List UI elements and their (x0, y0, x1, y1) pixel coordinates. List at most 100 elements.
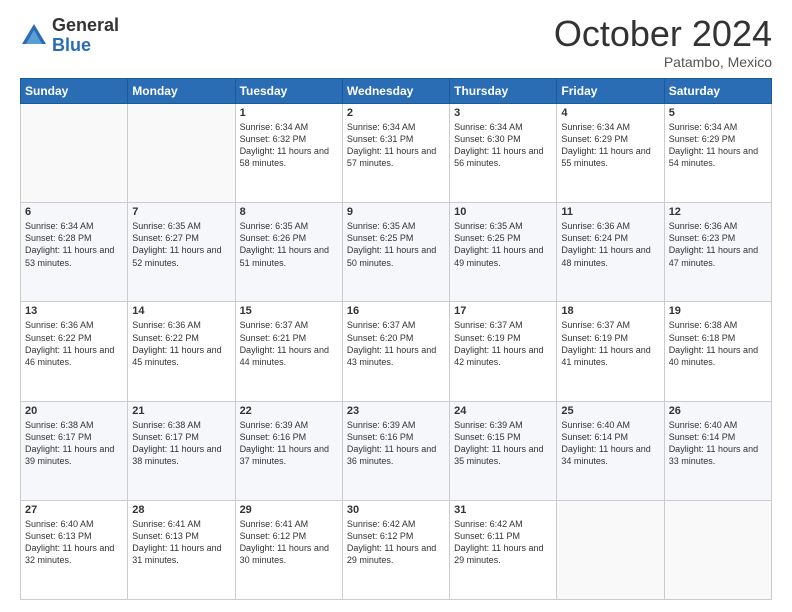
calendar-cell: 3 Sunrise: 6:34 AM Sunset: 6:30 PM Daylig… (450, 104, 557, 203)
calendar-cell (557, 500, 664, 599)
day-info: Sunrise: 6:35 AM Sunset: 6:25 PM Dayligh… (347, 220, 445, 269)
day-info: Sunrise: 6:38 AM Sunset: 6:17 PM Dayligh… (25, 419, 123, 468)
calendar-cell: 21Sunrise: 6:38 AM Sunset: 6:17 PM Dayli… (128, 401, 235, 500)
calendar-cell: 17 Sunrise: 6:37 AM Sunset: 6:19 PM Dayli… (450, 302, 557, 401)
calendar-body: 1 Sunrise: 6:34 AM Sunset: 6:32 PM Daylig… (21, 104, 772, 600)
calendar-cell: 25 Sunrise: 6:40 AM Sunset: 6:14 PM Dayli… (557, 401, 664, 500)
day-number: 26 (669, 405, 767, 417)
day-info: Sunrise: 6:34 AM Sunset: 6:30 PM Dayligh… (454, 121, 552, 170)
calendar-cell: 18Sunrise: 6:37 AM Sunset: 6:19 PM Dayli… (557, 302, 664, 401)
calendar-cell: 28 Sunrise: 6:41 AM Sunset: 6:13 PM Dayli… (128, 500, 235, 599)
calendar-cell: 6 Sunrise: 6:34 AM Sunset: 6:28 PM Daylig… (21, 203, 128, 302)
calendar-cell: 29 Sunrise: 6:41 AM Sunset: 6:12 PM Dayli… (235, 500, 342, 599)
day-info: Sunrise: 6:36 AM Sunset: 6:23 PM Dayligh… (669, 220, 767, 269)
calendar-cell (664, 500, 771, 599)
day-info: Sunrise: 6:36 AM Sunset: 6:22 PM Dayligh… (132, 319, 230, 368)
calendar-cell: 27 Sunrise: 6:40 AM Sunset: 6:13 PM Dayli… (21, 500, 128, 599)
calendar-cell: 14 Sunrise: 6:36 AM Sunset: 6:22 PM Dayli… (128, 302, 235, 401)
logo-blue-text: Blue (52, 35, 91, 55)
calendar-cell: 19Sunrise: 6:38 AM Sunset: 6:18 PM Dayli… (664, 302, 771, 401)
day-number: 30 (347, 504, 445, 516)
day-info: Sunrise: 6:35 AM Sunset: 6:27 PM Dayligh… (132, 220, 230, 269)
calendar-cell: 10 Sunrise: 6:35 AM Sunset: 6:25 PM Dayli… (450, 203, 557, 302)
day-header-wednesday: Wednesday (342, 79, 449, 104)
calendar-cell (21, 104, 128, 203)
day-info: Sunrise: 6:39 AM Sunset: 6:16 PM Dayligh… (240, 419, 338, 468)
calendar-table: SundayMondayTuesdayWednesdayThursdayFrid… (20, 78, 772, 600)
day-number: 20 (25, 405, 123, 417)
calendar-cell: 23 Sunrise: 6:39 AM Sunset: 6:16 PM Dayli… (342, 401, 449, 500)
day-number: 22 (240, 405, 338, 417)
day-info: Sunrise: 6:41 AM Sunset: 6:12 PM Dayligh… (240, 518, 338, 567)
day-info: Sunrise: 6:37 AM Sunset: 6:19 PM Dayligh… (454, 319, 552, 368)
calendar-header-row: SundayMondayTuesdayWednesdayThursdayFrid… (21, 79, 772, 104)
calendar-week-1: 1 Sunrise: 6:34 AM Sunset: 6:32 PM Daylig… (21, 104, 772, 203)
day-info: Sunrise: 6:39 AM Sunset: 6:16 PM Dayligh… (347, 419, 445, 468)
day-number: 5 (669, 107, 767, 119)
calendar-week-2: 6 Sunrise: 6:34 AM Sunset: 6:28 PM Daylig… (21, 203, 772, 302)
day-number: 23 (347, 405, 445, 417)
day-info: Sunrise: 6:34 AM Sunset: 6:32 PM Dayligh… (240, 121, 338, 170)
day-number: 28 (132, 504, 230, 516)
day-info: Sunrise: 6:38 AM Sunset: 6:17 PM Dayligh… (132, 419, 230, 468)
day-number: 29 (240, 504, 338, 516)
calendar-cell: 8Sunrise: 6:35 AM Sunset: 6:26 PM Daylig… (235, 203, 342, 302)
day-info: Sunrise: 6:37 AM Sunset: 6:21 PM Dayligh… (240, 319, 338, 368)
calendar-cell: 12Sunrise: 6:36 AM Sunset: 6:23 PM Dayli… (664, 203, 771, 302)
day-info: Sunrise: 6:42 AM Sunset: 6:11 PM Dayligh… (454, 518, 552, 567)
day-number: 11 (561, 206, 659, 218)
day-number: 2 (347, 107, 445, 119)
day-info: Sunrise: 6:34 AM Sunset: 6:29 PM Dayligh… (561, 121, 659, 170)
calendar-cell: 30 Sunrise: 6:42 AM Sunset: 6:12 PM Dayli… (342, 500, 449, 599)
day-info: Sunrise: 6:34 AM Sunset: 6:28 PM Dayligh… (25, 220, 123, 269)
day-header-saturday: Saturday (664, 79, 771, 104)
calendar-cell: 13 Sunrise: 6:36 AM Sunset: 6:22 PM Dayli… (21, 302, 128, 401)
day-number: 6 (25, 206, 123, 218)
day-info: Sunrise: 6:38 AM Sunset: 6:18 PM Dayligh… (669, 319, 767, 368)
calendar-cell (128, 104, 235, 203)
day-info: Sunrise: 6:42 AM Sunset: 6:12 PM Dayligh… (347, 518, 445, 567)
calendar-cell: 24Sunrise: 6:39 AM Sunset: 6:15 PM Dayli… (450, 401, 557, 500)
title-area: October 2024 Patambo, Mexico (554, 16, 772, 70)
day-number: 10 (454, 206, 552, 218)
day-number: 4 (561, 107, 659, 119)
location: Patambo, Mexico (554, 54, 772, 70)
calendar-cell: 15 Sunrise: 6:37 AM Sunset: 6:21 PM Dayli… (235, 302, 342, 401)
day-number: 31 (454, 504, 552, 516)
page-header: General Blue October 2024 Patambo, Mexic… (20, 16, 772, 70)
day-info: Sunrise: 6:34 AM Sunset: 6:31 PM Dayligh… (347, 121, 445, 170)
day-info: Sunrise: 6:40 AM Sunset: 6:13 PM Dayligh… (25, 518, 123, 567)
day-number: 15 (240, 305, 338, 317)
day-number: 27 (25, 504, 123, 516)
calendar-cell: 2 Sunrise: 6:34 AM Sunset: 6:31 PM Daylig… (342, 104, 449, 203)
day-info: Sunrise: 6:35 AM Sunset: 6:25 PM Dayligh… (454, 220, 552, 269)
day-number: 14 (132, 305, 230, 317)
day-number: 1 (240, 107, 338, 119)
day-info: Sunrise: 6:41 AM Sunset: 6:13 PM Dayligh… (132, 518, 230, 567)
day-info: Sunrise: 6:34 AM Sunset: 6:29 PM Dayligh… (669, 121, 767, 170)
day-number: 13 (25, 305, 123, 317)
calendar-week-4: 20 Sunrise: 6:38 AM Sunset: 6:17 PM Dayli… (21, 401, 772, 500)
day-info: Sunrise: 6:37 AM Sunset: 6:19 PM Dayligh… (561, 319, 659, 368)
logo-icon (20, 22, 48, 50)
day-number: 3 (454, 107, 552, 119)
calendar-cell: 26Sunrise: 6:40 AM Sunset: 6:14 PM Dayli… (664, 401, 771, 500)
day-number: 24 (454, 405, 552, 417)
day-info: Sunrise: 6:35 AM Sunset: 6:26 PM Dayligh… (240, 220, 338, 269)
logo: General Blue (20, 16, 119, 56)
calendar-week-5: 27 Sunrise: 6:40 AM Sunset: 6:13 PM Dayli… (21, 500, 772, 599)
day-number: 25 (561, 405, 659, 417)
day-info: Sunrise: 6:36 AM Sunset: 6:22 PM Dayligh… (25, 319, 123, 368)
day-number: 9 (347, 206, 445, 218)
calendar-cell: 11 Sunrise: 6:36 AM Sunset: 6:24 PM Dayli… (557, 203, 664, 302)
calendar-week-3: 13 Sunrise: 6:36 AM Sunset: 6:22 PM Dayli… (21, 302, 772, 401)
calendar-cell: 4 Sunrise: 6:34 AM Sunset: 6:29 PM Daylig… (557, 104, 664, 203)
calendar-cell: 1 Sunrise: 6:34 AM Sunset: 6:32 PM Daylig… (235, 104, 342, 203)
logo-general-text: General (52, 15, 119, 35)
day-info: Sunrise: 6:40 AM Sunset: 6:14 PM Dayligh… (561, 419, 659, 468)
calendar-cell: 9 Sunrise: 6:35 AM Sunset: 6:25 PM Daylig… (342, 203, 449, 302)
day-number: 17 (454, 305, 552, 317)
day-info: Sunrise: 6:36 AM Sunset: 6:24 PM Dayligh… (561, 220, 659, 269)
day-header-monday: Monday (128, 79, 235, 104)
calendar-cell: 7Sunrise: 6:35 AM Sunset: 6:27 PM Daylig… (128, 203, 235, 302)
